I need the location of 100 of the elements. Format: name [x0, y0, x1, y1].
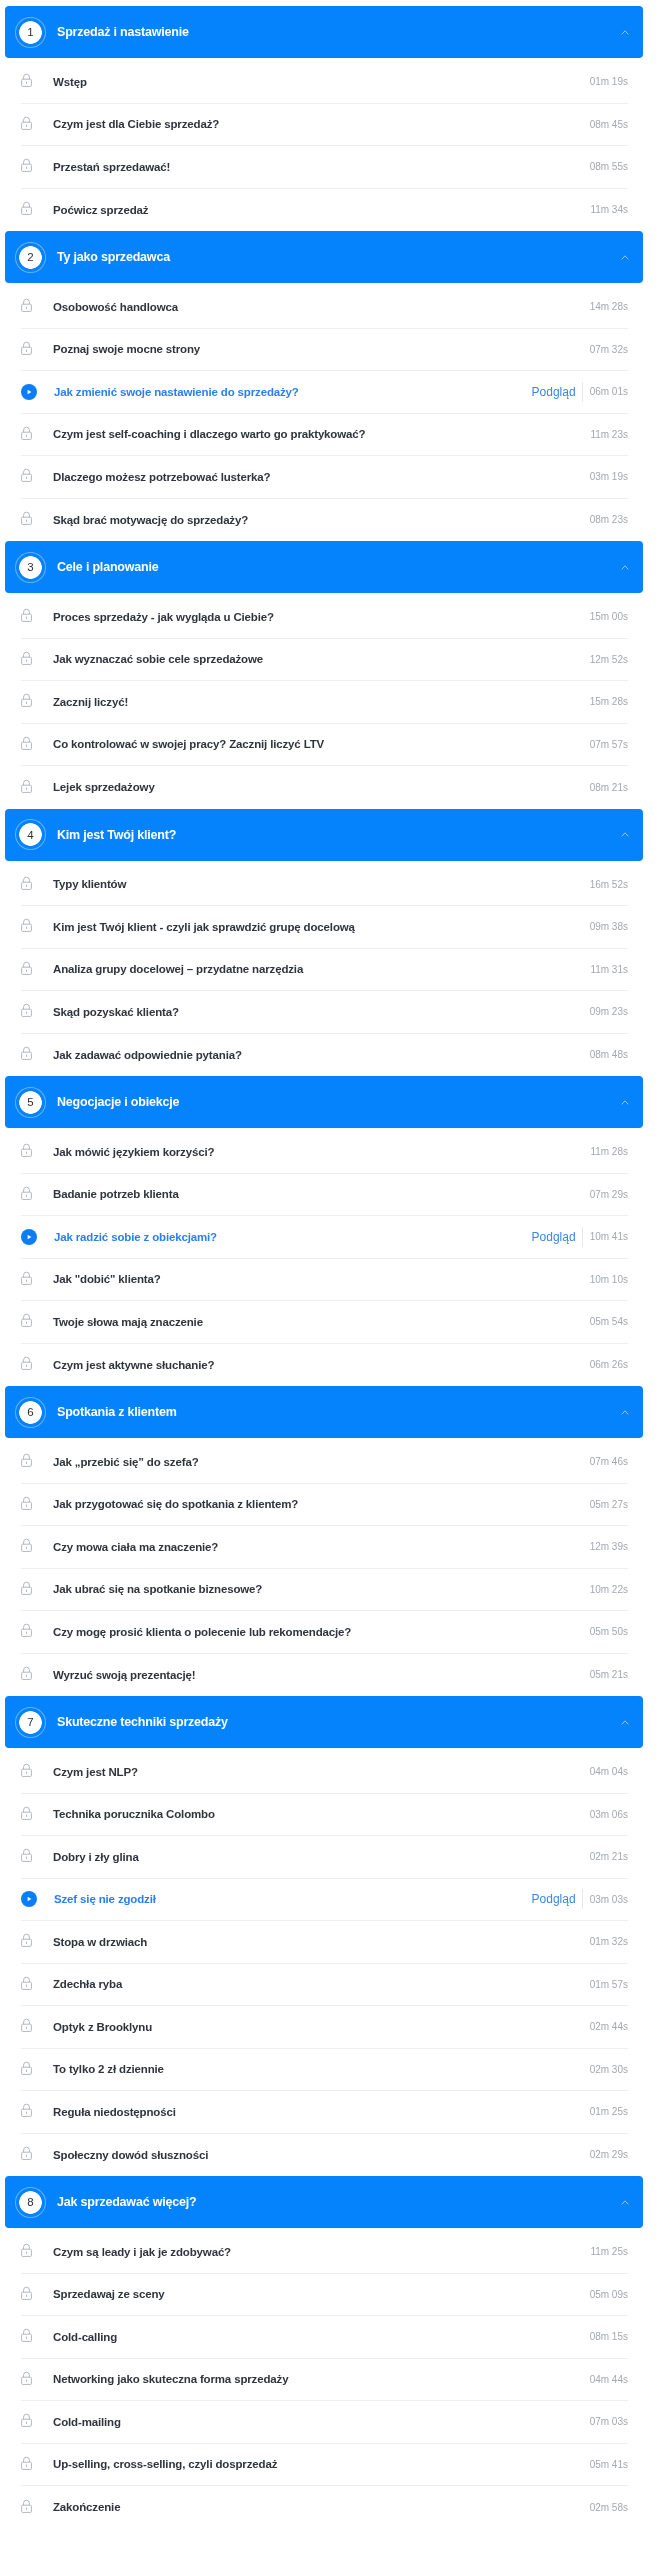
- lesson-duration: 11m 23s: [590, 428, 628, 440]
- lesson-duration: 16m 52s: [589, 878, 628, 890]
- chevron-icon[interactable]: [621, 564, 629, 570]
- lock-icon: [21, 201, 32, 216]
- section-header[interactable]: 7 Skuteczne techniki sprzedaży: [5, 1696, 643, 1748]
- lesson-title: Jak wyznaczać sobie cele sprzedażowe: [53, 653, 264, 666]
- section-header[interactable]: 1 Sprzedaż i nastawienie: [5, 6, 643, 58]
- lesson-title: Lejek sprzedażowy: [53, 781, 156, 794]
- lesson-title: Zacznij liczyć!: [53, 695, 130, 708]
- lesson-title[interactable]: Jak zmienić swoje nastawienie do sprzedaży?: [54, 385, 532, 398]
- lock-icon: [21, 298, 32, 313]
- lesson-duration: 12m 39s: [589, 1541, 628, 1553]
- lesson-duration: 03m 03s: [589, 1893, 628, 1905]
- lock-icon: [21, 2060, 32, 2075]
- lock-icon: [21, 1763, 32, 1778]
- section-number: 8: [15, 2186, 46, 2218]
- lesson-title: Czym jest dla Ciebie sprzedaż?: [53, 118, 221, 131]
- play-icon[interactable]: [21, 383, 37, 400]
- chevron-icon[interactable]: [621, 1099, 629, 1105]
- preview-link[interactable]: Podgląd: [531, 1892, 576, 1907]
- lesson-duration: 12m 52s: [589, 653, 628, 665]
- preview-link[interactable]: Podgląd: [531, 384, 576, 399]
- lesson-duration: 04m 44s: [589, 2373, 628, 2385]
- section-header[interactable]: 8 Jak sprzedawać więcej?: [5, 2176, 643, 2228]
- lesson-duration: 05m 41s: [589, 2458, 628, 2470]
- lock-icon: [21, 650, 32, 665]
- section-header[interactable]: 6 Spotkania z klientem: [5, 1386, 643, 1438]
- lesson-title: Zakończenie: [53, 2501, 122, 2514]
- lesson-title: Jak mówić językiem korzyści?: [53, 1145, 216, 1158]
- lesson-title: Czy mogę prosić klienta o polecenie lub rekomendacje?: [53, 1625, 353, 1638]
- lock-icon: [21, 1538, 32, 1553]
- section-number: 1: [15, 16, 46, 48]
- chevron-icon[interactable]: [621, 254, 629, 260]
- lesson-duration: 11m 34s: [590, 204, 628, 216]
- section-number: 3: [15, 551, 46, 583]
- chevron-icon[interactable]: [621, 1409, 629, 1415]
- lesson-title: Czym jest NLP?: [53, 1765, 139, 1778]
- lock-icon: [21, 1623, 32, 1638]
- lesson-title[interactable]: Szef się nie zgodził: [54, 1893, 532, 1906]
- lock-icon: [21, 73, 32, 88]
- lesson-duration: 02m 29s: [589, 2149, 628, 2161]
- lock-icon: [21, 340, 32, 355]
- lesson-title: Optyk z Brooklynu: [53, 2020, 154, 2033]
- lock-icon: [21, 960, 32, 975]
- lesson-duration: 08m 45s: [589, 118, 628, 130]
- lock-icon: [21, 1975, 32, 1990]
- lesson-duration: 15m 00s: [589, 611, 628, 623]
- lesson-title: Jak przygotować się do spotkania z klientem?: [53, 1498, 300, 1511]
- section-header[interactable]: 3 Cele i planowanie: [5, 541, 643, 593]
- lock-icon: [21, 1933, 32, 1948]
- lesson-duration: 05m 09s: [589, 2288, 628, 2300]
- chevron-icon[interactable]: [621, 29, 629, 35]
- lesson-title: Cold-mailing: [53, 2415, 122, 2428]
- lock-icon: [21, 1270, 32, 1285]
- chevron-icon[interactable]: [621, 832, 629, 837]
- chevron-icon[interactable]: [621, 2199, 629, 2205]
- play-icon[interactable]: [21, 1891, 37, 1908]
- play-icon[interactable]: [21, 1228, 37, 1245]
- lesson-title: Dobry i zły glina: [53, 1850, 140, 1863]
- lesson-title: Przestań sprzedawać!: [53, 160, 172, 173]
- lock-icon: [21, 1453, 32, 1468]
- lesson-duration: 08m 15s: [589, 2331, 628, 2343]
- lock-icon: [21, 2455, 32, 2470]
- lesson-title: Społeczny dowód słuszności: [53, 2148, 210, 2161]
- lesson-duration: 08m 55s: [589, 161, 628, 173]
- lock-icon: [21, 1805, 32, 1820]
- lock-icon: [21, 1356, 32, 1371]
- lesson-duration: 11m 25s: [590, 2246, 628, 2258]
- lesson-title: Co kontrolować w swojej pracy? Zacznij liczyć LTV: [53, 738, 326, 751]
- lesson-duration: 11m 28s: [590, 1146, 628, 1158]
- section-number: 2: [15, 241, 46, 273]
- lesson-duration: 07m 32s: [589, 343, 628, 355]
- lesson-duration: 08m 21s: [589, 781, 628, 793]
- lesson-duration: 10m 41s: [589, 1231, 628, 1243]
- lesson-duration: 07m 46s: [589, 1456, 628, 1468]
- section-header[interactable]: 2 Ty jako sprzedawca: [5, 231, 643, 283]
- chevron-icon[interactable]: [621, 1719, 629, 1725]
- lesson-title[interactable]: Jak radzić sobie z obiekcjami?: [54, 1230, 532, 1243]
- lock-icon: [21, 2103, 32, 2118]
- lock-icon: [21, 2243, 32, 2258]
- lock-icon: [21, 1143, 32, 1158]
- lock-icon: [21, 2328, 32, 2343]
- preview-link[interactable]: Podgląd: [531, 1229, 576, 1244]
- lock-icon: [21, 2285, 32, 2300]
- lesson-duration: 14m 28s: [589, 301, 628, 313]
- lesson-title: Analiza grupy docelowej – przydatne narzędzia: [53, 963, 305, 976]
- lesson-duration: 09m 38s: [589, 921, 628, 933]
- lesson-duration: 01m 57s: [589, 1978, 628, 1990]
- lesson-duration: 07m 29s: [589, 1188, 628, 1200]
- lesson-title: Czy mowa ciała ma znaczenie?: [53, 1540, 220, 1553]
- section-header[interactable]: 5 Negocjacje i obiekcje: [5, 1076, 643, 1128]
- section-number: 4: [15, 819, 46, 850]
- lesson-duration: 02m 58s: [589, 2501, 628, 2513]
- lock-icon: [21, 918, 32, 933]
- lesson-duration: 11m 31s: [590, 963, 628, 975]
- lock-icon: [21, 158, 32, 173]
- section-header[interactable]: 4 Kim jest Twój klient?: [5, 808, 643, 861]
- lesson-title: Zdechła ryba: [53, 1978, 124, 1991]
- section-title: Skuteczne techniki sprzedaży: [57, 1715, 229, 1729]
- section-title: Kim jest Twój klient?: [57, 827, 178, 842]
